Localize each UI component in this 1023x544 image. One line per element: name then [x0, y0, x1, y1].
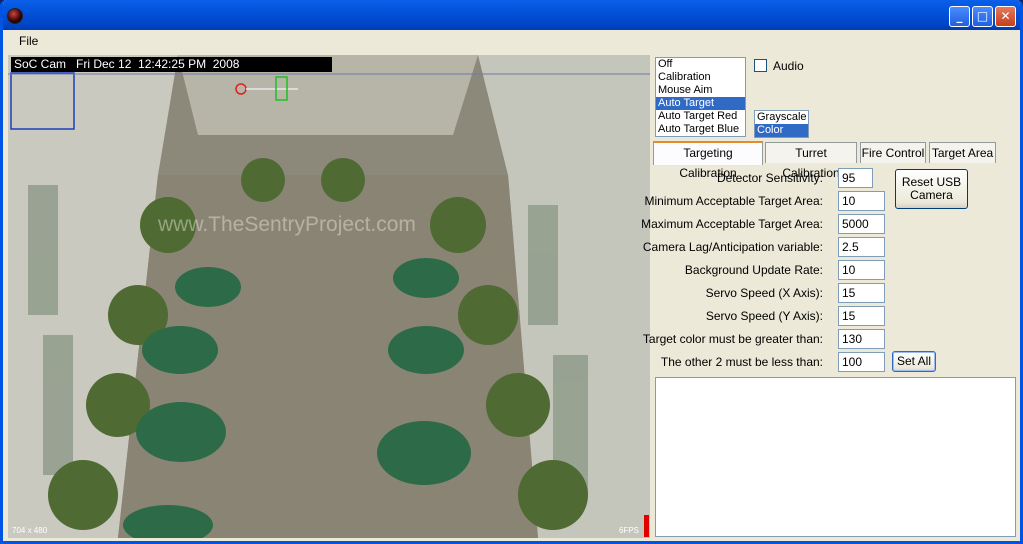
min-target-area-input[interactable]: 10 [838, 191, 885, 211]
color-item-grayscale[interactable]: Grayscale [755, 111, 808, 124]
audio-label: Audio [773, 59, 804, 73]
detector-sensitivity-input[interactable]: 95 [838, 168, 873, 188]
max-target-area-label: Maximum Acceptable Target Area: [641, 217, 823, 231]
minimize-button[interactable]: _ [949, 6, 970, 27]
watermark-text: www.TheSentryProject.com [158, 213, 416, 236]
camera-timestamp-overlay: SoC Cam Fri Dec 12 12:42:25 PM 2008 [11, 57, 332, 72]
mode-item-off[interactable]: Off [656, 58, 745, 71]
courtyard-image [8, 55, 650, 538]
resolution-label: 704 x 480 [12, 526, 48, 535]
main-window: _ □ ✕ File SoC Cam Fri Dec 12 12:42:25 P… [0, 0, 1023, 544]
log-output-box[interactable] [655, 377, 1016, 537]
target-color-threshold-label: Target color must be greater than: [642, 332, 823, 346]
mode-item-auto-target[interactable]: Auto Target [656, 97, 745, 110]
tab-turret-calibration[interactable]: Turret Calibration [765, 142, 857, 180]
tab-fire-control[interactable]: Fire Control [860, 142, 926, 163]
camera-lag-label: Camera Lag/Anticipation variable: [642, 240, 823, 254]
min-target-area-label: Minimum Acceptable Target Area: [644, 194, 823, 208]
servo-speed-x-input[interactable]: 15 [838, 283, 885, 303]
color-item-color[interactable]: Color [755, 124, 808, 137]
mode-item-auto-target-blue[interactable]: Auto Target Blue [656, 123, 745, 136]
other-colors-threshold-label: The other 2 must be less than: [660, 355, 823, 369]
camera-feed[interactable]: SoC Cam Fri Dec 12 12:42:25 PM 2008 www.… [8, 55, 650, 538]
detector-sensitivity-label: Detector Sensitivity: [716, 171, 823, 185]
servo-speed-x-label: Servo Speed (X Axis): [705, 286, 823, 300]
mode-item-mouse-aim[interactable]: Mouse Aim [656, 84, 745, 97]
set-all-button[interactable]: Set All [892, 351, 936, 372]
background-update-rate-input[interactable]: 10 [838, 260, 885, 280]
target-color-threshold-input[interactable]: 130 [838, 329, 885, 349]
camera-lag-input[interactable]: 2.5 [838, 237, 885, 257]
mode-item-auto-target-red[interactable]: Auto Target Red [656, 110, 745, 123]
reset-usb-camera-button[interactable]: Reset USB Camera [895, 169, 968, 209]
other-colors-threshold-input[interactable]: 100 [838, 352, 885, 372]
app-icon[interactable] [7, 8, 23, 24]
menu-file[interactable]: File [19, 34, 38, 48]
maximize-button[interactable]: □ [972, 6, 993, 27]
servo-speed-y-input[interactable]: 15 [838, 306, 885, 326]
tab-targeting-calibration[interactable]: Targeting Calibration [653, 141, 763, 180]
fps-label: 6FPS [619, 526, 640, 535]
tab-target-area[interactable]: Target Area [929, 142, 996, 163]
tab-strip: Targeting Calibration Turret Calibration… [653, 141, 1020, 180]
color-mode-listbox[interactable]: Grayscale Color [754, 110, 809, 138]
fps-indicator-bar [644, 515, 649, 537]
mode-item-calibration[interactable]: Calibration [656, 71, 745, 84]
menu-bar: File [3, 30, 1020, 52]
max-target-area-input[interactable]: 5000 [838, 214, 885, 234]
background-update-rate-label: Background Update Rate: [684, 263, 823, 277]
title-bar[interactable]: _ □ ✕ [3, 0, 1020, 30]
close-button[interactable]: ✕ [995, 6, 1016, 27]
mode-listbox[interactable]: Off Calibration Mouse Aim Auto Target Au… [655, 57, 746, 137]
audio-checkbox[interactable] [754, 59, 767, 72]
servo-speed-y-label: Servo Speed (Y Axis): [705, 309, 823, 323]
